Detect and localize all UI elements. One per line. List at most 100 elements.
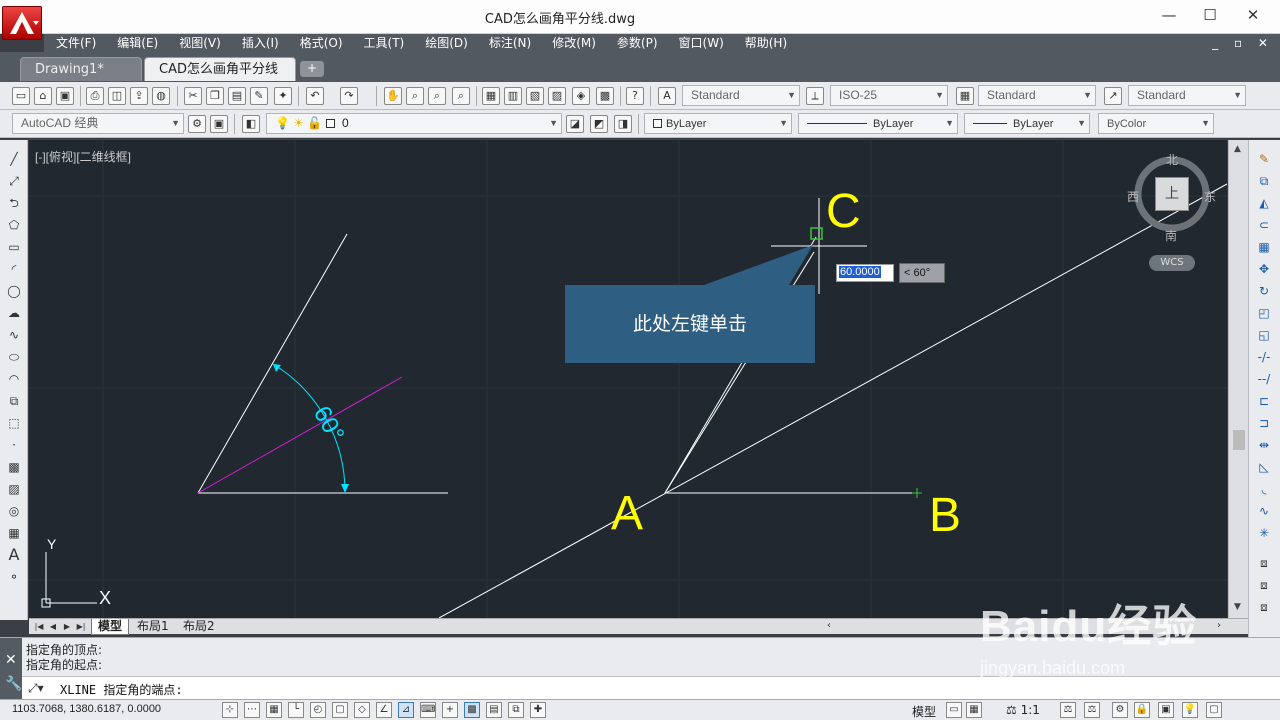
drawing-canvas[interactable]: 60° Y X [-][俯视][二维线框] A B C 此处左键单击 60.00… bbox=[29, 140, 1227, 618]
menu-edit[interactable]: 编辑(E) bbox=[105, 34, 167, 52]
lineweight-select[interactable]: ByLayer ▼ bbox=[964, 113, 1090, 134]
circle-icon[interactable]: ◯ bbox=[5, 282, 23, 300]
close-icon[interactable]: ✕ bbox=[5, 652, 17, 668]
print-icon[interactable]: ⎙ bbox=[86, 87, 104, 105]
rotate-icon[interactable]: ↻ bbox=[1255, 282, 1273, 300]
trim-icon[interactable]: -/- bbox=[1255, 348, 1273, 366]
grid-display-icon[interactable]: ▦ bbox=[266, 702, 282, 718]
menu-parametric[interactable]: 参数(P) bbox=[605, 34, 667, 52]
open-file-icon[interactable]: ⌂ bbox=[34, 87, 52, 105]
pan-icon[interactable]: ✋ bbox=[384, 87, 402, 105]
selection-cycling-icon[interactable]: ⧉ bbox=[508, 702, 524, 718]
offset-icon[interactable]: ⊂ bbox=[1255, 216, 1273, 234]
color-select[interactable]: ByLayer ▼ bbox=[644, 113, 792, 134]
chamfer-icon[interactable]: ◺ bbox=[1255, 458, 1273, 476]
bisector-line[interactable] bbox=[197, 376, 403, 494]
linetype-select[interactable]: ByLayer ▼ bbox=[798, 113, 958, 134]
cut-icon[interactable]: ✂ bbox=[184, 87, 202, 105]
infer-constraints-icon[interactable]: ⊹ bbox=[222, 702, 238, 718]
bring-front-icon[interactable]: ⧈ bbox=[1255, 576, 1273, 594]
erase-icon[interactable]: ✎ bbox=[1255, 150, 1273, 168]
xline-construction[interactable] bbox=[438, 183, 1227, 618]
extend-icon[interactable]: --/ bbox=[1255, 370, 1273, 388]
command-prompt-icon[interactable]: ⤢▾ bbox=[28, 681, 44, 696]
multiline-text-icon[interactable]: A bbox=[5, 546, 23, 564]
ellipse-arc-icon[interactable]: ◠ bbox=[5, 370, 23, 388]
dim-style-select[interactable]: ISO-25 ▼ bbox=[830, 85, 948, 106]
object-snap-icon[interactable]: ▢ bbox=[332, 702, 348, 718]
quick-view-drawings-icon[interactable]: ▦ bbox=[966, 702, 982, 718]
annotation-visibility-icon[interactable]: ⚖ bbox=[1060, 702, 1076, 718]
tab-layout1[interactable]: 布局1 bbox=[131, 619, 175, 635]
scale-icon[interactable]: ◰ bbox=[1255, 304, 1273, 322]
scroll-up-icon[interactable]: ▲ bbox=[1234, 144, 1241, 154]
ortho-mode-icon[interactable]: └ bbox=[288, 702, 304, 718]
polyline-icon[interactable]: ⮌ bbox=[5, 194, 23, 212]
spline-icon[interactable]: ∿ bbox=[5, 326, 23, 344]
menu-help[interactable]: 帮助(H) bbox=[733, 34, 796, 52]
cursor-coordinates[interactable]: 1103.7068, 1380.6187, 0.0000 bbox=[12, 703, 161, 715]
save-icon[interactable]: ▣ bbox=[56, 87, 74, 105]
annotation-monitor-icon[interactable]: ✚ bbox=[530, 702, 546, 718]
break-icon[interactable]: ⊐ bbox=[1255, 414, 1273, 432]
plotstyle-select[interactable]: ByColor ▼ bbox=[1098, 113, 1214, 134]
next-layout-icon[interactable]: ▶ bbox=[61, 620, 73, 633]
dynamic-input-icon[interactable]: ⌨ bbox=[420, 702, 436, 718]
undo-icon[interactable]: ↶ bbox=[306, 87, 324, 105]
menu-dimension[interactable]: 标注(N) bbox=[477, 34, 540, 52]
clean-screen-icon[interactable]: ▢ bbox=[1206, 702, 1222, 718]
make-current-layer-icon[interactable]: ◪ bbox=[566, 115, 584, 133]
region-icon[interactable]: ◎ bbox=[5, 502, 23, 520]
hardware-acceleration-icon[interactable]: ▣ bbox=[1158, 702, 1174, 718]
menu-tools[interactable]: 工具(T) bbox=[352, 34, 414, 52]
ellipse-icon[interactable]: ⬭ bbox=[5, 348, 23, 366]
gradient-icon[interactable]: ▨ bbox=[5, 480, 23, 498]
lineweight-display-icon[interactable]: + bbox=[442, 702, 458, 718]
model-space-button[interactable]: 模型 bbox=[912, 703, 936, 720]
calculator-icon[interactable]: ▩ bbox=[596, 87, 614, 105]
blend-curves-icon[interactable]: ∿ bbox=[1255, 502, 1273, 520]
annotation-scale[interactable]: ⚖ 1:1 bbox=[1006, 703, 1040, 717]
snap-mode-icon[interactable]: ⋯ bbox=[244, 702, 260, 718]
new-tab-button[interactable]: + bbox=[300, 61, 324, 77]
polygon-icon[interactable]: ⬠ bbox=[5, 216, 23, 234]
sheet-set-icon[interactable]: ▨ bbox=[548, 87, 566, 105]
menu-modify[interactable]: 修改(M) bbox=[540, 34, 605, 52]
isolate-objects-icon[interactable]: 💡 bbox=[1182, 702, 1198, 718]
multileader-style-select[interactable]: Standard ▼ bbox=[1128, 85, 1246, 106]
insert-block-icon[interactable]: ⧉ bbox=[5, 392, 23, 410]
paste-icon[interactable]: ▤ bbox=[228, 87, 246, 105]
scroll-left-icon[interactable]: ‹ bbox=[827, 620, 831, 631]
properties-icon[interactable]: ▦ bbox=[482, 87, 500, 105]
toolbar-lock-icon[interactable]: 🔒 bbox=[1134, 702, 1150, 718]
hatch-icon[interactable]: ▩ bbox=[5, 458, 23, 476]
workspace-save-icon[interactable]: ▣ bbox=[210, 115, 228, 133]
scroll-down-icon[interactable]: ▼ bbox=[1234, 602, 1241, 612]
break-at-point-icon[interactable]: ⊏ bbox=[1255, 392, 1273, 410]
join-icon[interactable]: ⇹ bbox=[1255, 436, 1273, 454]
tab-model[interactable]: 模型 bbox=[91, 619, 130, 635]
menu-view[interactable]: 视图(V) bbox=[167, 34, 230, 52]
viewcube-south[interactable]: 南 bbox=[1165, 227, 1177, 244]
scroll-right-icon[interactable]: › bbox=[1217, 620, 1221, 631]
minimize-button[interactable]: — bbox=[1146, 0, 1192, 30]
workspace-select[interactable]: AutoCAD 经典 ▼ bbox=[12, 113, 184, 134]
design-center-icon[interactable]: ▥ bbox=[504, 87, 522, 105]
rectangle-icon[interactable]: ▭ bbox=[5, 238, 23, 256]
explode-icon[interactable]: ✳ bbox=[1255, 524, 1273, 542]
table-style-select[interactable]: Standard ▼ bbox=[978, 85, 1096, 106]
menu-format[interactable]: 格式(O) bbox=[288, 34, 352, 52]
point-icon[interactable]: · bbox=[5, 436, 23, 454]
tab-cad-bisector[interactable]: CAD怎么画角平分线✕ bbox=[144, 57, 296, 99]
menu-insert[interactable]: 插入(I) bbox=[230, 34, 288, 52]
auto-scale-icon[interactable]: ⚖ bbox=[1084, 702, 1100, 718]
new-file-icon[interactable]: ▭ bbox=[12, 87, 30, 105]
layer-select[interactable]: 💡 ☀ 🔓 0 ▼ bbox=[266, 113, 562, 134]
menu-file[interactable]: 文件(F) bbox=[44, 34, 105, 52]
copy-icon[interactable]: ❐ bbox=[206, 87, 224, 105]
object-snap-tracking-icon[interactable]: ∠ bbox=[376, 702, 392, 718]
stretch-icon[interactable]: ◱ bbox=[1255, 326, 1273, 344]
polar-tracking-icon[interactable]: ◴ bbox=[310, 702, 326, 718]
layer-previous-icon[interactable]: ◩ bbox=[590, 115, 608, 133]
draworder-icon[interactable]: ⧈ bbox=[1255, 554, 1273, 572]
